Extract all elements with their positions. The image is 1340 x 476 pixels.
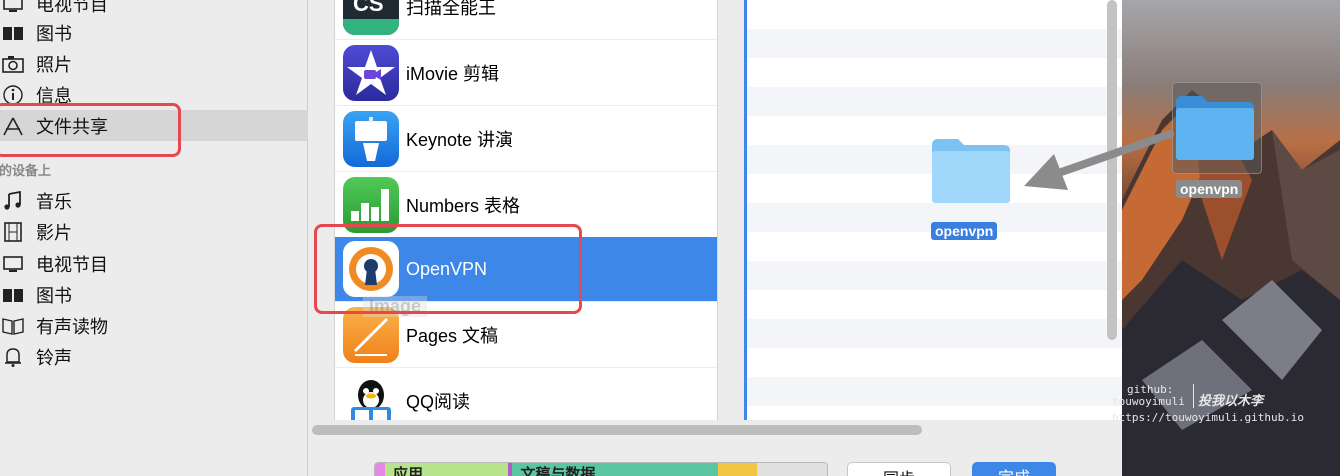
sidebar-item-ringtones[interactable]: 铃声 [0, 341, 308, 372]
tv-icon [0, 0, 26, 16]
tv-icon [0, 252, 26, 276]
sidebar-item-books[interactable]: 图书 [0, 17, 308, 48]
storage-segment-free [757, 463, 827, 476]
app-row-keynote[interactable]: Keynote 讲演 [335, 107, 717, 172]
highlight-box-file-sharing [0, 103, 181, 157]
watermark-line3: https://touwoyimuli.github.io [1112, 411, 1305, 424]
storage-segment-other [717, 463, 758, 476]
app-row-camscanner[interactable]: CS 扫描全能王 [335, 0, 717, 40]
sidebar-item-label: 照片 [36, 54, 72, 76]
book-icon [0, 283, 26, 307]
app-row-imovie[interactable]: iMovie 剪辑 [335, 41, 717, 106]
sidebar-section-title: 我的设备上 [0, 164, 52, 179]
sidebar-item-label: 音乐 [36, 191, 72, 213]
folder-label: openvpn [931, 222, 998, 240]
sync-button[interactable]: 同步 [847, 462, 951, 476]
documents-pane[interactable] [744, 0, 1122, 420]
app-list: CS 扫描全能王 iMovie 剪辑 Keynote 讲演 Numbers 表格 [334, 0, 718, 420]
storage-segment-audio [375, 463, 385, 476]
qq-penguin-icon [343, 373, 399, 420]
camscanner-icon: CS [343, 0, 399, 35]
storage-bar: 应用 文稿与数据 [374, 462, 828, 476]
watermark-cn: 投我以木李 [1198, 394, 1264, 409]
sidebar-item-label: 影片 [36, 222, 72, 244]
folder-icon[interactable] [930, 135, 1012, 209]
keynote-podium-icon [343, 111, 399, 167]
sidebar-item-music[interactable]: 音乐 [0, 185, 308, 216]
camera-icon [0, 52, 26, 76]
storage-segment-docs: 文稿与数据 [512, 463, 718, 476]
sidebar-item-movies[interactable]: 影片 [0, 216, 308, 247]
sidebar-item-label: 铃声 [36, 347, 72, 369]
highlight-box-openvpn [314, 224, 582, 314]
imovie-star-icon [343, 45, 399, 101]
drag-arrow-icon [1024, 130, 1174, 190]
sidebar-item-tv-shows[interactable]: 电视节目 [0, 248, 308, 279]
sidebar-item-label: 电视节目 [36, 0, 108, 16]
sidebar: 电视节目 图书 照片 信息 文件共享 我的设备上 音乐 影片 电视 [0, 0, 308, 476]
app-row-qq-reader[interactable]: QQ阅读 [335, 369, 717, 420]
app-name: iMovie 剪辑 [406, 64, 500, 84]
done-button[interactable]: 完成 [972, 462, 1056, 476]
sidebar-item-label: 电视节目 [36, 254, 108, 276]
sidebar-item-label: 有声读物 [36, 316, 108, 338]
app-name: Keynote 讲演 [406, 130, 514, 150]
app-name: QQ阅读 [406, 392, 471, 412]
svg-text:CS: CS [353, 0, 384, 16]
itunes-file-sharing-window: 电视节目 图书 照片 信息 文件共享 我的设备上 音乐 影片 电视 [0, 0, 1340, 476]
watermark-line2: touwoyimuli [1112, 395, 1185, 408]
app-name: 扫描全能王 [406, 0, 496, 18]
sidebar-item-photos[interactable]: 照片 [0, 48, 308, 79]
app-name: Pages 文稿 [406, 326, 499, 346]
horizontal-scrollbar[interactable] [312, 425, 922, 435]
sidebar-item-audiobooks[interactable]: 有声读物 [0, 310, 308, 341]
book-icon [0, 21, 26, 45]
music-note-icon [0, 189, 26, 213]
sidebar-item-label: 图书 [36, 23, 72, 45]
film-icon [0, 220, 26, 244]
sidebar-item-device-books[interactable]: 图书 [0, 279, 308, 310]
storage-segment-apps: 应用 [384, 463, 509, 476]
app-name: Numbers 表格 [406, 196, 521, 216]
sidebar-item-label: 图书 [36, 285, 72, 307]
audiobook-icon [0, 314, 26, 338]
bell-icon [0, 345, 26, 369]
watermark-divider [1193, 384, 1194, 408]
